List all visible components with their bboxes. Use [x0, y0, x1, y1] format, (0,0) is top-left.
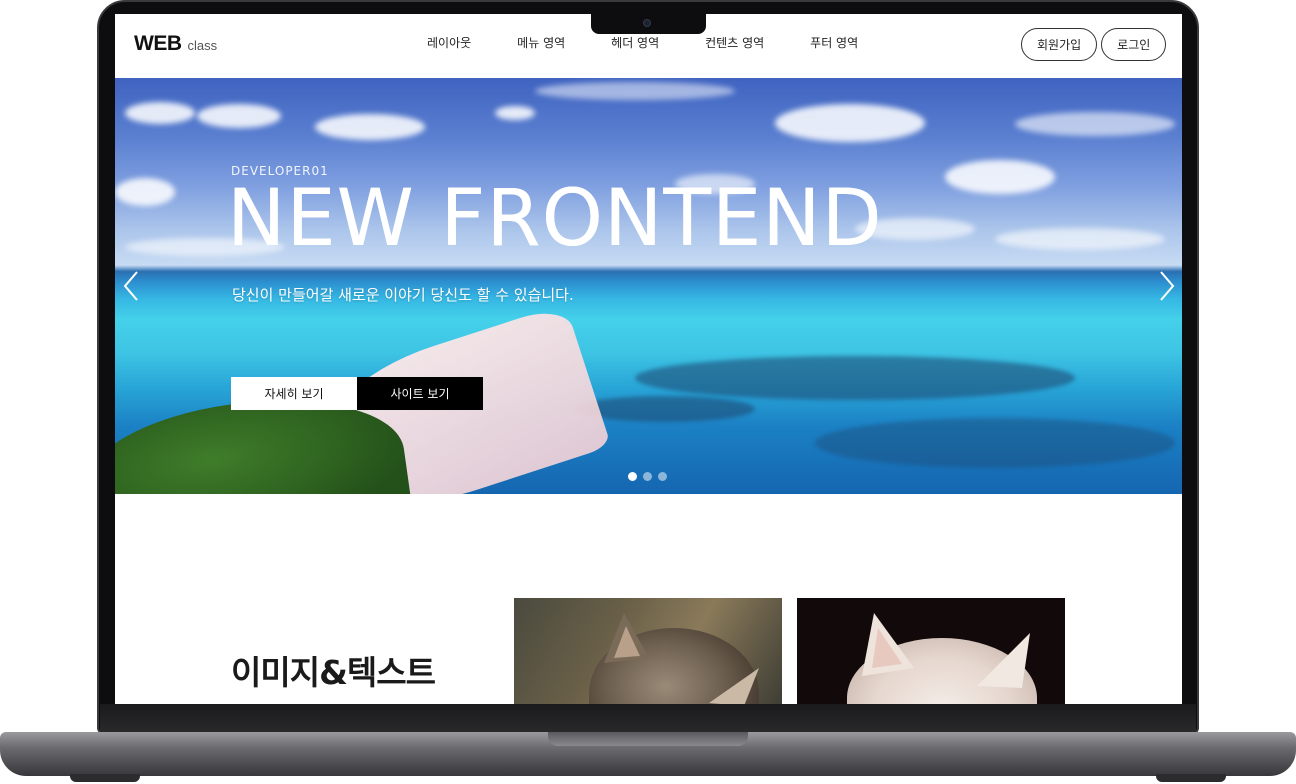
logo[interactable]: WEB class — [134, 32, 217, 56]
reef — [635, 356, 1075, 400]
nav-item-header[interactable]: 헤더 영역 — [611, 34, 659, 51]
cloud — [315, 114, 425, 140]
section-title: 이미지&텍스트 — [231, 653, 436, 692]
nav-item-contents[interactable]: 컨텐츠 영역 — [705, 34, 764, 51]
slider-dot-2[interactable] — [643, 472, 652, 481]
image-card-cat-tabby[interactable] — [514, 598, 782, 704]
nav-item-layout[interactable]: 레이아웃 — [427, 34, 471, 51]
auth-buttons: 회원가입 로그인 — [1021, 28, 1167, 61]
screen: WEB class 레이아웃 메뉴 영역 헤더 영역 컨텐츠 영역 푸터 영역 … — [115, 14, 1182, 704]
login-button[interactable]: 로그인 — [1101, 28, 1167, 61]
hero-title: NEW FRONTEND — [227, 180, 883, 258]
main-nav: 레이아웃 메뉴 영역 헤더 영역 컨텐츠 영역 푸터 영역 — [427, 34, 904, 51]
logo-sub: class — [187, 38, 218, 53]
laptop-foot-right — [1156, 774, 1226, 782]
cloud — [115, 178, 175, 206]
cat-ear-left — [604, 613, 649, 663]
cloud — [125, 102, 195, 124]
cloud — [495, 106, 535, 120]
detail-button[interactable]: 자세히 보기 — [231, 377, 357, 410]
logo-main: WEB — [134, 32, 182, 55]
hero-slider: DEVELOPER01 NEW FRONTEND 당신이 만들어갈 새로운 이야… — [115, 78, 1182, 494]
laptop-chin — [100, 704, 1196, 734]
hero-title-text: NEW FRONTEND — [227, 174, 883, 264]
chevron-right-icon[interactable] — [1155, 268, 1179, 304]
cat-ear-left — [862, 613, 914, 676]
laptop-foot-left — [70, 774, 140, 782]
cloud — [197, 104, 281, 128]
nav-item-footer[interactable]: 푸터 영역 — [810, 34, 858, 51]
chevron-left-icon[interactable] — [119, 268, 143, 304]
slider-dots — [628, 472, 667, 481]
cloud — [1015, 112, 1175, 136]
nav-item-menu[interactable]: 메뉴 영역 — [517, 34, 565, 51]
hero-description: 당신이 만들어갈 새로운 이야기 당신도 할 수 있습니다. — [232, 286, 574, 304]
signup-button[interactable]: 회원가입 — [1021, 28, 1098, 61]
camera-icon — [643, 19, 651, 27]
camera-notch — [591, 14, 706, 34]
cloud — [995, 228, 1165, 250]
hero-buttons: 자세히 보기 사이트 보기 — [231, 377, 483, 410]
site-button[interactable]: 사이트 보기 — [357, 377, 483, 410]
slider-dot-3[interactable] — [658, 472, 667, 481]
cat-ear-right — [977, 633, 1030, 688]
slider-dot-1[interactable] — [628, 472, 637, 481]
laptop-base-notch — [548, 732, 748, 746]
cloud — [775, 104, 925, 142]
cloud — [535, 82, 735, 100]
reef — [815, 418, 1175, 468]
image-card-cat-white[interactable] — [797, 598, 1065, 704]
cat-ear-right — [709, 668, 759, 704]
cloud — [945, 160, 1055, 194]
